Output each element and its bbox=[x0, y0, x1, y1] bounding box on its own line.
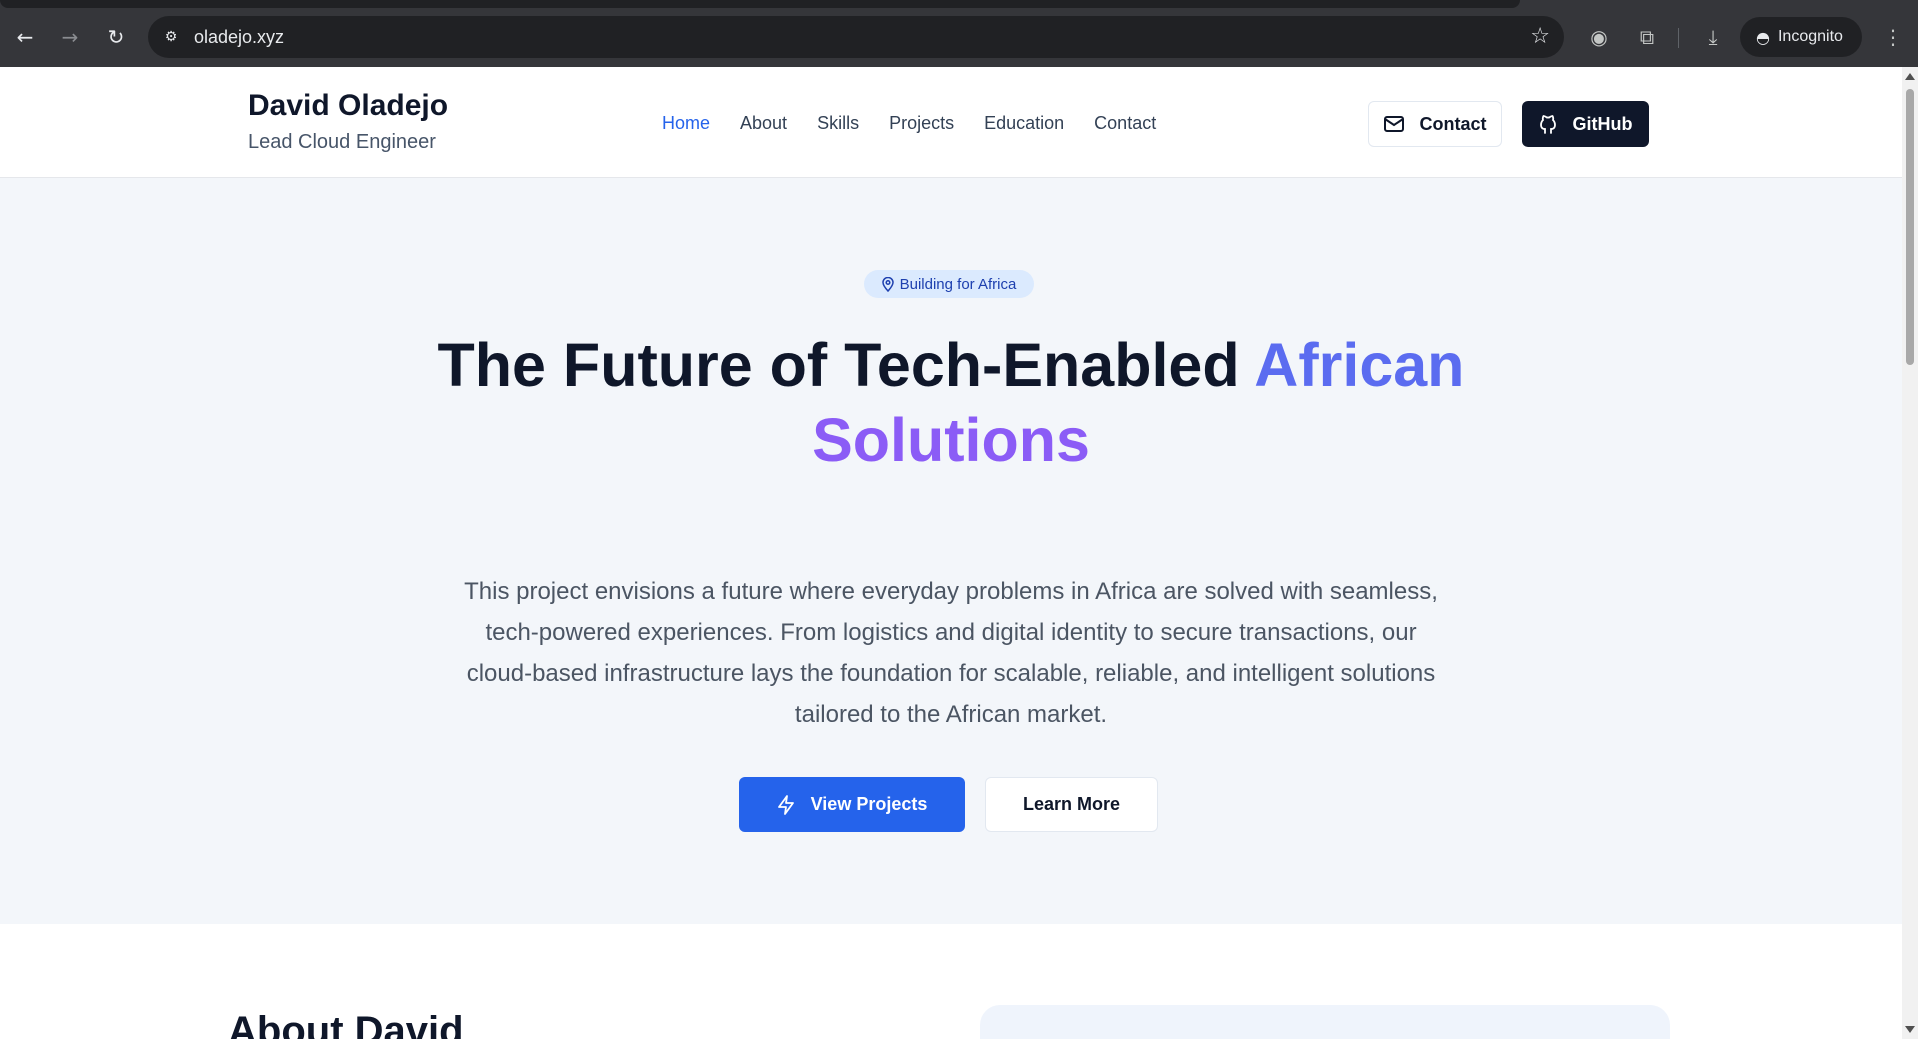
github-button[interactable]: GitHub bbox=[1522, 101, 1649, 147]
github-button-label: GitHub bbox=[1572, 113, 1633, 134]
site-settings-icon[interactable]: ⚙ bbox=[160, 26, 182, 48]
nav-about[interactable]: About bbox=[740, 113, 787, 134]
view-projects-button[interactable]: View Projects bbox=[739, 777, 965, 832]
lightning-icon bbox=[777, 794, 794, 815]
location-badge-label: Building for Africa bbox=[899, 275, 1017, 293]
hero-description: This project envisions a future where ev… bbox=[464, 578, 1438, 728]
hero-section: Building for Africa The Future of Tech-E… bbox=[0, 178, 1902, 924]
hero-title-main: The Future of Tech-Enabled bbox=[437, 331, 1255, 399]
brand-role: Lead Cloud Engineer bbox=[248, 131, 436, 153]
address-bar[interactable]: ⚙ oladejo.xyz ☆ bbox=[148, 16, 1564, 58]
scroll-up-arrow-icon[interactable] bbox=[1905, 73, 1915, 80]
contact-button[interactable]: Contact bbox=[1368, 101, 1502, 147]
url-text[interactable]: oladejo.xyz bbox=[194, 27, 284, 48]
github-icon bbox=[1539, 115, 1556, 134]
scrollbar-thumb[interactable] bbox=[1906, 89, 1914, 365]
nav-skills[interactable]: Skills bbox=[817, 113, 859, 134]
location-badge: Building for Africa bbox=[864, 270, 1034, 298]
reload-icon[interactable]: ↻ bbox=[101, 22, 131, 52]
contact-button-label: Contact bbox=[1419, 113, 1487, 134]
tab-strip bbox=[0, 0, 1520, 8]
toolbar-divider bbox=[1678, 28, 1679, 48]
more-menu-icon[interactable]: ⋮ bbox=[1880, 24, 1906, 50]
hero-title-accent-solutions: Solutions bbox=[812, 406, 1090, 474]
site-header: David Oladejo Lead Cloud Engineer Home A… bbox=[0, 67, 1902, 178]
page-viewport: David Oladejo Lead Cloud Engineer Home A… bbox=[0, 67, 1902, 1039]
map-pin-icon bbox=[881, 276, 894, 292]
incognito-icon: ◓ bbox=[1756, 27, 1770, 47]
bookmark-star-icon[interactable]: ☆ bbox=[1530, 24, 1550, 49]
incognito-button[interactable]: ◓ Incognito bbox=[1740, 17, 1862, 57]
mail-icon bbox=[1383, 116, 1404, 132]
browser-toolbar: ← → ↻ ⚙ oladejo.xyz ☆ ◉ ⧉ ⤓ ◓ Incognito … bbox=[0, 0, 1918, 67]
camera-icon[interactable]: ◉ bbox=[1586, 24, 1612, 50]
hero-title-accent-african: African bbox=[1254, 331, 1465, 399]
learn-more-label: Learn More bbox=[1022, 794, 1121, 814]
about-card bbox=[980, 1005, 1670, 1039]
incognito-label: Incognito bbox=[1777, 28, 1843, 45]
main-nav: Home About Skills Projects Education Con… bbox=[662, 113, 1156, 134]
nav-projects[interactable]: Projects bbox=[889, 113, 954, 134]
hero-title: The Future of Tech-Enabled African Solut… bbox=[351, 328, 1551, 478]
learn-more-button[interactable]: Learn More bbox=[985, 777, 1158, 832]
extensions-icon[interactable]: ⧉ bbox=[1634, 24, 1660, 50]
about-section-title: About David bbox=[228, 1009, 464, 1039]
nav-home[interactable]: Home bbox=[662, 113, 710, 134]
brand-name[interactable]: David Oladejo bbox=[248, 89, 448, 123]
back-arrow-icon[interactable]: ← bbox=[10, 22, 40, 52]
nav-contact[interactable]: Contact bbox=[1094, 113, 1156, 134]
download-icon[interactable]: ⤓ bbox=[1700, 24, 1726, 50]
view-projects-label: View Projects bbox=[810, 794, 928, 814]
page-scrollbar[interactable] bbox=[1902, 67, 1918, 1039]
forward-arrow-icon[interactable]: → bbox=[55, 22, 85, 52]
scroll-down-arrow-icon[interactable] bbox=[1905, 1026, 1915, 1033]
nav-education[interactable]: Education bbox=[984, 113, 1064, 134]
